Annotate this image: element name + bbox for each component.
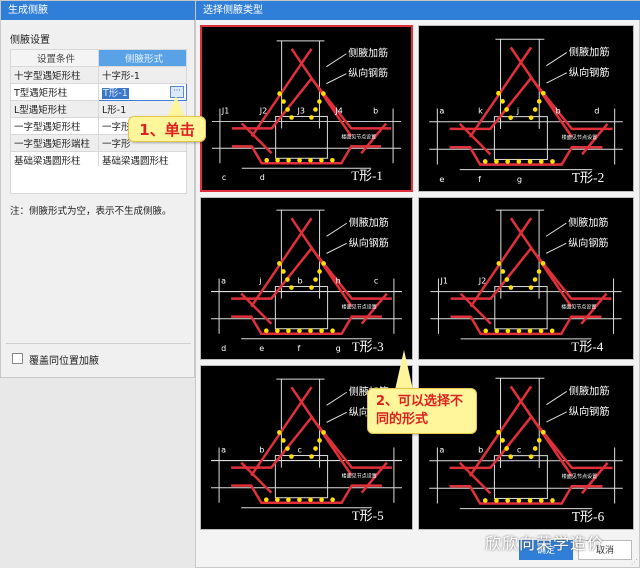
callout-pointer [395,350,413,390]
dimension-label: f [297,344,300,353]
label-haunch-rebar: 侧腋加筋 [348,47,388,60]
dimension-label: J1 [221,106,229,115]
label-haunch-rebar: 侧腋加筋 [569,46,610,59]
dimension-label: a [439,106,444,116]
note-text: 注：侧腋形式为空，表示不生成侧腋。 [10,206,172,217]
t-shape-diagram: 侧腋加筋纵向钢筋楼面见节点设置 a j b h c d e f g T形-3 [211,209,402,354]
dimension-label: J4 [334,106,342,115]
label-node: 楼面见节点设置 [342,304,377,311]
type-label: T形-5 [352,508,384,523]
condition-cell: 十字型遇矩形柱 [10,66,99,84]
resize-grip[interactable]: ⋰ [631,558,638,566]
dimension-label: J1 [439,277,448,286]
dimension-label: J2 [259,106,267,115]
dimension-label: e [439,174,444,184]
dimension-label: d [221,344,226,353]
column-header-form: 侧腋形式 [98,49,187,67]
dimension-label: f [478,174,482,184]
dimension-label: b [478,445,483,455]
dimension-label: j [516,106,519,116]
condition-cell: T型遇矩形柱 [10,83,99,101]
dimension-label: d [594,106,599,116]
dimension-label: b [373,106,378,115]
dimension-label: a [221,277,226,286]
dimension-label: a [221,446,226,455]
dimension-label: J3 [297,106,305,115]
dimension-label: j [258,277,261,286]
condition-cell: L型遇矩形柱 [10,100,99,118]
haunch-type-option-1[interactable]: 侧腋加筋纵向钢筋楼面见节点设置 J1 J2 J3 J4 b c d T形-1 [200,25,413,192]
dimension-label: k [478,106,483,116]
label-node: 楼面见节点设置 [561,304,596,311]
label-longitudinal-rebar: 纵向钢筋 [568,236,608,249]
condition-cell: 一字型遇矩形端柱 [10,134,99,152]
condition-cell: 一字型遇矩形柱 [10,117,99,135]
dimension-label: b [297,277,302,286]
dimension-label: c [374,277,378,286]
callout-pointer [168,96,184,116]
table-row[interactable]: 十字型遇矩形柱 十字形-1 [10,66,187,84]
dialog-title: 选择侧腋类型 [196,1,640,20]
type-label: T形-4 [571,339,603,354]
dimension-label: g [517,174,522,184]
dimension-label: J2 [478,277,487,286]
table-row[interactable]: L型遇矩形柱 L形-1 [10,100,187,118]
section-title: 侧腋设置 [10,35,50,46]
dialog-title: 生成侧腋 [1,1,196,20]
form-value[interactable]: T形-1 [102,88,129,99]
dimension-label: b [259,446,264,455]
label-node: 楼面见节点设置 [341,133,376,140]
overwrite-checkbox-label[interactable]: 覆盖同位置加腋 [29,352,99,367]
label-haunch-rebar: 侧腋加筋 [349,216,389,229]
type-label: T形-1 [351,168,383,183]
t-shape-diagram: 侧腋加筋纵向钢筋楼面见节点设置 a k j b d e f g T形-2 [429,38,623,185]
dimension-label: h [336,277,341,286]
label-haunch-rebar: 侧腋加筋 [569,385,610,398]
label-node: 楼面见节点设置 [562,134,598,141]
form-cell[interactable]: 十字形-1 [98,66,187,84]
type-label: T形-6 [572,509,605,524]
table-row[interactable]: T型遇矩形柱 T形-1 ··· [10,83,187,101]
dimension-label: d [260,173,265,182]
haunch-type-option-2[interactable]: 侧腋加筋纵向钢筋楼面见节点设置 a k j b d e f g T形-2 [418,25,634,192]
type-label: T形-3 [352,339,384,354]
label-longitudinal-rebar: 纵向钢筋 [569,405,610,418]
callout-step1: 1、单击 [128,116,206,142]
label-longitudinal-rebar: 纵向钢筋 [348,67,388,80]
dimension-label: e [259,344,264,353]
haunch-type-option-4[interactable]: 侧腋加筋纵向钢筋楼面见节点设置 J1 J2 T形-4 [418,197,634,360]
column-header-condition: 设置条件 [10,49,99,67]
label-longitudinal-rebar: 纵向钢筋 [349,236,389,249]
label-haunch-rebar: 侧腋加筋 [568,216,608,229]
overwrite-checkbox[interactable] [12,353,23,364]
t-shape-diagram: 侧腋加筋纵向钢筋楼面见节点设置 J1 J2 T形-4 [430,209,622,354]
label-node: 楼面见节点设置 [342,473,377,480]
haunch-settings-table: 设置条件 侧腋形式 十字型遇矩形柱 十字形-1 T型遇矩形柱 T形-1 ··· L型遇矩… [10,49,187,169]
table-empty-area [10,166,187,194]
dimension-label: b [556,106,561,116]
dimension-label: g [336,344,341,353]
t-shape-diagram: 侧腋加筋纵向钢筋楼面见节点设置 J1 J2 J3 J4 b c d T形-1 [211,40,402,183]
divider [6,343,191,344]
label-node: 楼面见节点设置 [562,473,598,480]
dimension-label: c [222,173,226,182]
type-label: T形-2 [572,170,604,185]
watermark: 欣欣向荣学造价 [485,534,605,553]
dimension-label: c [517,445,521,455]
callout-step2: 2、可以选择不同的形式 [367,388,477,434]
label-longitudinal-rebar: 纵向钢筋 [569,66,610,79]
generate-haunch-dialog: 生成侧腋 侧腋设置 设置条件 侧腋形式 十字型遇矩形柱 十字形-1 T型遇矩形柱 T形… [0,0,196,378]
dimension-label: a [439,445,444,455]
haunch-type-option-3[interactable]: 侧腋加筋纵向钢筋楼面见节点设置 a j b h c d e f g T形-3 [200,197,413,360]
dimension-label: c [297,446,301,455]
